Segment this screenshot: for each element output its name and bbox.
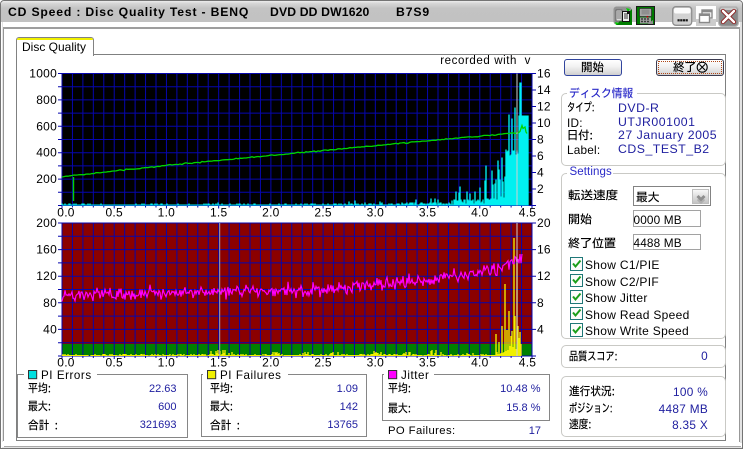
svg-text:40: 40 bbox=[43, 322, 57, 336]
svg-text:120: 120 bbox=[36, 269, 57, 283]
svg-text:8: 8 bbox=[537, 133, 544, 147]
svg-text:2.5: 2.5 bbox=[314, 356, 332, 370]
svg-text:1.5: 1.5 bbox=[210, 205, 228, 219]
svg-text:2.5: 2.5 bbox=[314, 205, 332, 219]
svg-text:0.0: 0.0 bbox=[57, 205, 75, 219]
svg-text:160: 160 bbox=[36, 243, 57, 257]
svg-text:80: 80 bbox=[43, 296, 57, 310]
svg-text:4.5: 4.5 bbox=[519, 356, 537, 370]
svg-text:0.5: 0.5 bbox=[105, 205, 123, 219]
svg-text:4.5: 4.5 bbox=[519, 205, 537, 219]
svg-text:1.5: 1.5 bbox=[210, 356, 228, 370]
svg-text:3.5: 3.5 bbox=[419, 356, 437, 370]
svg-text:2.0: 2.0 bbox=[262, 356, 280, 370]
svg-text:3.0: 3.0 bbox=[367, 205, 385, 219]
svg-text:2: 2 bbox=[537, 182, 544, 196]
svg-text:3.5: 3.5 bbox=[419, 205, 437, 219]
svg-text:0.5: 0.5 bbox=[105, 356, 123, 370]
svg-text:1000: 1000 bbox=[29, 67, 57, 81]
svg-text:6: 6 bbox=[537, 149, 544, 163]
svg-text:4.0: 4.0 bbox=[471, 205, 489, 219]
svg-text:600: 600 bbox=[36, 119, 57, 133]
svg-text:8: 8 bbox=[537, 296, 544, 310]
svg-text:1.0: 1.0 bbox=[158, 356, 176, 370]
svg-text:3.0: 3.0 bbox=[367, 356, 385, 370]
svg-text:10: 10 bbox=[537, 116, 551, 130]
svg-text:16: 16 bbox=[537, 243, 551, 257]
svg-text:800: 800 bbox=[36, 93, 57, 107]
svg-text:200: 200 bbox=[36, 172, 57, 186]
svg-text:2.0: 2.0 bbox=[262, 205, 280, 219]
svg-text:1.0: 1.0 bbox=[158, 205, 176, 219]
svg-text:200: 200 bbox=[36, 216, 57, 230]
svg-text:recorded with v: recorded with v bbox=[440, 55, 531, 67]
svg-text:4.0: 4.0 bbox=[471, 356, 489, 370]
svg-text:12: 12 bbox=[537, 100, 551, 114]
svg-text:4: 4 bbox=[537, 166, 544, 180]
svg-text:16: 16 bbox=[537, 67, 551, 81]
svg-text:12: 12 bbox=[537, 269, 551, 283]
svg-text:14: 14 bbox=[537, 83, 551, 97]
svg-text:4: 4 bbox=[537, 322, 544, 336]
svg-text:20: 20 bbox=[537, 216, 551, 230]
svg-text:0.0: 0.0 bbox=[57, 356, 75, 370]
svg-text:400: 400 bbox=[36, 146, 57, 160]
